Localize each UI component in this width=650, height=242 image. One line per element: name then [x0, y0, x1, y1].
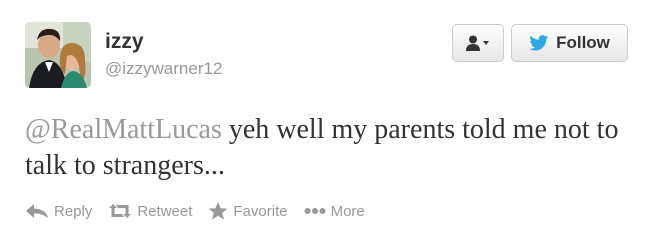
tweet-actions: Reply Retweet Favorite More — [25, 202, 381, 220]
retweet-icon — [109, 204, 132, 218]
tweet-text: @RealMattLucas yeh well my parents told … — [25, 112, 635, 184]
star-icon — [208, 202, 228, 220]
favorite-label: Favorite — [233, 202, 288, 220]
user-actions-dropdown-button[interactable] — [452, 24, 504, 62]
follow-button[interactable]: Follow — [511, 24, 628, 62]
favorite-action[interactable]: Favorite — [208, 202, 288, 220]
retweet-label: Retweet — [137, 202, 193, 220]
twitter-bird-icon — [529, 35, 549, 51]
user-handle[interactable]: @izzywarner12 — [105, 58, 222, 80]
tweet-card: izzy @izzywarner12 Follow @RealMattLucas… — [0, 0, 650, 242]
reply-label: Reply — [54, 202, 93, 220]
reply-action[interactable]: Reply — [25, 203, 92, 220]
more-dots-icon — [304, 208, 326, 214]
user-names: izzy @izzywarner12 — [105, 30, 222, 80]
avatar[interactable] — [25, 22, 91, 88]
reply-icon — [26, 204, 48, 218]
user-fullname[interactable]: izzy — [105, 30, 222, 54]
follow-label: Follow — [556, 33, 610, 52]
more-action[interactable]: More — [304, 203, 365, 220]
more-label: More — [330, 202, 365, 220]
user-dropdown-icon — [466, 35, 489, 51]
avatar-photo — [25, 22, 91, 88]
mention-link[interactable]: @RealMattLucas — [25, 114, 222, 145]
retweet-action[interactable]: Retweet — [108, 203, 192, 220]
